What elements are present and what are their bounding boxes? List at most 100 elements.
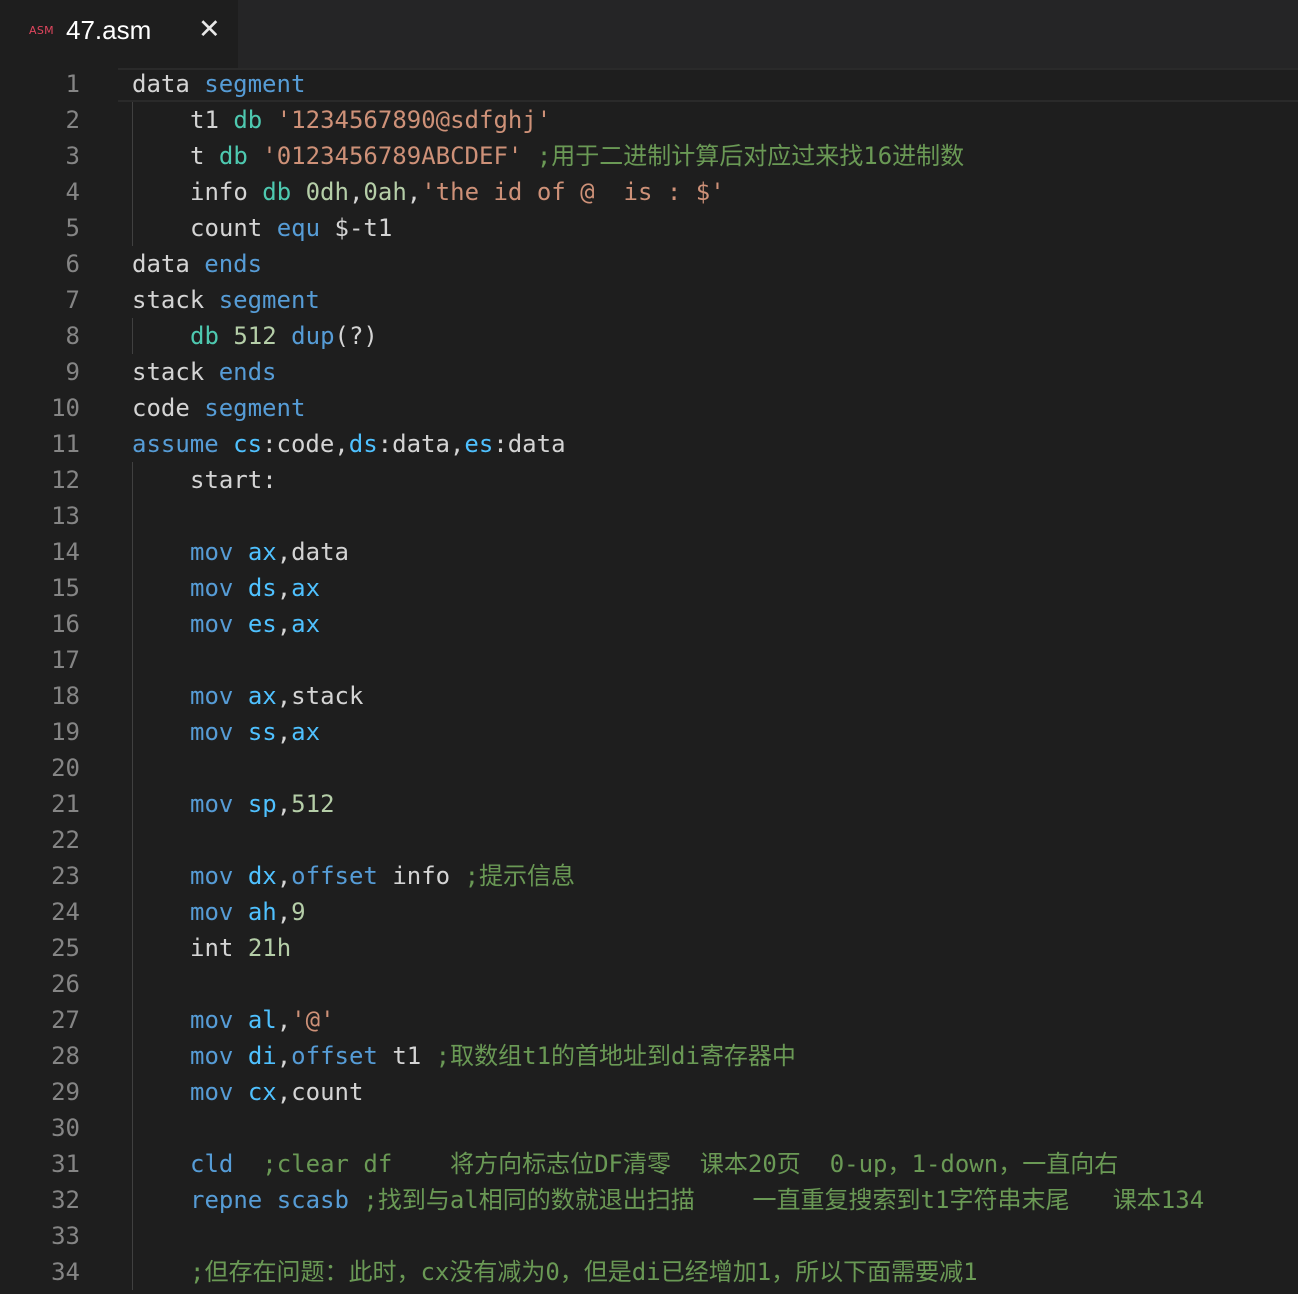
indent-guide [132, 318, 133, 354]
code-line[interactable]: 31 cld ;clear df 将方向标志位DF清零 课本20页 0-up，1-… [0, 1146, 1298, 1182]
code-line[interactable]: 8 db 512 dup(?) [0, 318, 1298, 354]
code-line[interactable]: 2 t1 db '1234567890@sdfghj' [0, 102, 1298, 138]
code-line[interactable]: 19 mov ss,ax [0, 714, 1298, 750]
code-line[interactable]: 21 mov sp,512 [0, 786, 1298, 822]
code-token: mov [190, 610, 234, 638]
code-line[interactable]: 25 int 21h [0, 930, 1298, 966]
line-number: 22 [51, 826, 80, 854]
code-token: mov [190, 538, 234, 566]
code-token: es [247, 610, 277, 638]
tab-47-asm[interactable]: ASM 47.asm ✕ [0, 0, 238, 68]
code-token: offset [291, 862, 378, 890]
code-token: ;但存在问题：此时，cx没有减为0，但是di已经增加1，所以下面需要减1 [190, 1258, 978, 1286]
code-token: t [190, 142, 205, 170]
code-line[interactable]: 29 mov cx,count [0, 1074, 1298, 1110]
code-text: data ends [132, 246, 262, 282]
code-token: mov [190, 790, 234, 818]
code-line[interactable]: 4 info db 0dh,0ah,'the id of @ is : $' [0, 174, 1298, 210]
line-number: 5 [65, 214, 80, 242]
code-text: t db '0123456789ABCDEF' ;用于二进制计算后对应过来找16… [190, 138, 964, 174]
code-token: scasb [276, 1186, 349, 1214]
code-token: mov [190, 1006, 234, 1034]
code-line[interactable]: 16 mov es,ax [0, 606, 1298, 642]
code-text: assume cs:code,ds:data,es:data [132, 426, 566, 462]
code-line[interactable]: 3 t db '0123456789ABCDEF' ;用于二进制计算后对应过来找1… [0, 138, 1298, 174]
tab-label[interactable]: 47.asm [66, 15, 151, 46]
code-line[interactable]: 9 stack ends [0, 354, 1298, 390]
code-token: mov [190, 898, 234, 926]
code-token: , [276, 1006, 292, 1034]
asm-file-icon: ASM [29, 24, 54, 37]
line-number: 1 [65, 70, 80, 98]
code-line[interactable]: 11 assume cs:code,ds:data,es:data [0, 426, 1298, 462]
code-line[interactable]: 15 mov ds,ax [0, 570, 1298, 606]
code-line[interactable]: 32 repne scasb ;找到与al相同的数就退出扫描 一直重复搜索到t1字… [0, 1182, 1298, 1218]
code-line[interactable]: 12 start: [0, 462, 1298, 498]
code-token: assume [132, 430, 219, 458]
code-token: , [276, 718, 292, 746]
code-line[interactable]: 23 mov dx,offset info ;提示信息 [0, 858, 1298, 894]
code-line[interactable]: 30 [0, 1110, 1298, 1146]
code-token: (?) [334, 322, 378, 350]
code-token: count [190, 214, 263, 242]
code-line[interactable]: 14 mov ax,data [0, 534, 1298, 570]
code-token: , [276, 790, 292, 818]
code-token: stack [132, 286, 205, 314]
code-token: ax [247, 682, 277, 710]
line-number: 28 [51, 1042, 80, 1070]
close-icon[interactable]: ✕ [198, 14, 221, 45]
code-token: code [132, 394, 190, 422]
code-token: 512 [291, 790, 335, 818]
code-line[interactable]: 33 [0, 1218, 1298, 1254]
code-token: ,stack [276, 682, 364, 710]
line-number: 8 [65, 322, 80, 350]
code-line[interactable]: 13 [0, 498, 1298, 534]
code-line[interactable]: 7 stack segment [0, 282, 1298, 318]
code-line[interactable]: 24 mov ah,9 [0, 894, 1298, 930]
code-token: '@' [291, 1006, 335, 1034]
code-token: ;找到与al相同的数就退出扫描 一直重复搜索到t1字符串末尾 课本134 [363, 1186, 1205, 1214]
editor-window: ASM 47.asm ✕ 1 data segment 2 t1 db '123456… [0, 0, 1298, 1294]
code-line[interactable]: 22 [0, 822, 1298, 858]
code-token: , [348, 178, 364, 206]
code-token: :code, [262, 430, 349, 458]
code-text: mov ds,ax [190, 570, 320, 606]
code-text: mov cx,count [190, 1074, 363, 1110]
code-token: cs [233, 430, 263, 458]
code-line[interactable]: 1 data segment [0, 66, 1298, 102]
code-line[interactable]: 10 code segment [0, 390, 1298, 426]
code-token: t1 [377, 1042, 436, 1070]
code-line[interactable]: 20 [0, 750, 1298, 786]
code-token: dx [247, 862, 277, 890]
code-token: segment [204, 394, 306, 422]
code-line[interactable]: 27 mov al,'@' [0, 1002, 1298, 1038]
code-token: 512 [233, 322, 277, 350]
code-line[interactable]: 34 ;但存在问题：此时，cx没有减为0，但是di已经增加1，所以下面需要减1 [0, 1254, 1298, 1290]
code-line[interactable]: 26 [0, 966, 1298, 1002]
code-line[interactable]: 5 count equ $-t1 [0, 210, 1298, 246]
code-line[interactable]: 6 data ends [0, 246, 1298, 282]
code-token: mov [190, 862, 234, 890]
code-line[interactable]: 28 mov di,offset t1 ;取数组t1的首地址到di寄存器中 [0, 1038, 1298, 1074]
code-token: ds [348, 430, 378, 458]
code-token: cx [247, 1078, 277, 1106]
code-token: data [132, 250, 190, 278]
line-number: 9 [65, 358, 80, 386]
line-number: 2 [65, 106, 80, 134]
line-number: 14 [51, 538, 80, 566]
line-number: 13 [51, 502, 80, 530]
code-editor[interactable]: 1 data segment 2 t1 db '1234567890@sdfghj' 3… [0, 68, 1298, 1294]
code-line[interactable]: 17 [0, 642, 1298, 678]
code-token: , [276, 862, 292, 890]
code-line[interactable]: 18 mov ax,stack [0, 678, 1298, 714]
line-number: 18 [51, 682, 80, 710]
line-number: 4 [65, 178, 80, 206]
